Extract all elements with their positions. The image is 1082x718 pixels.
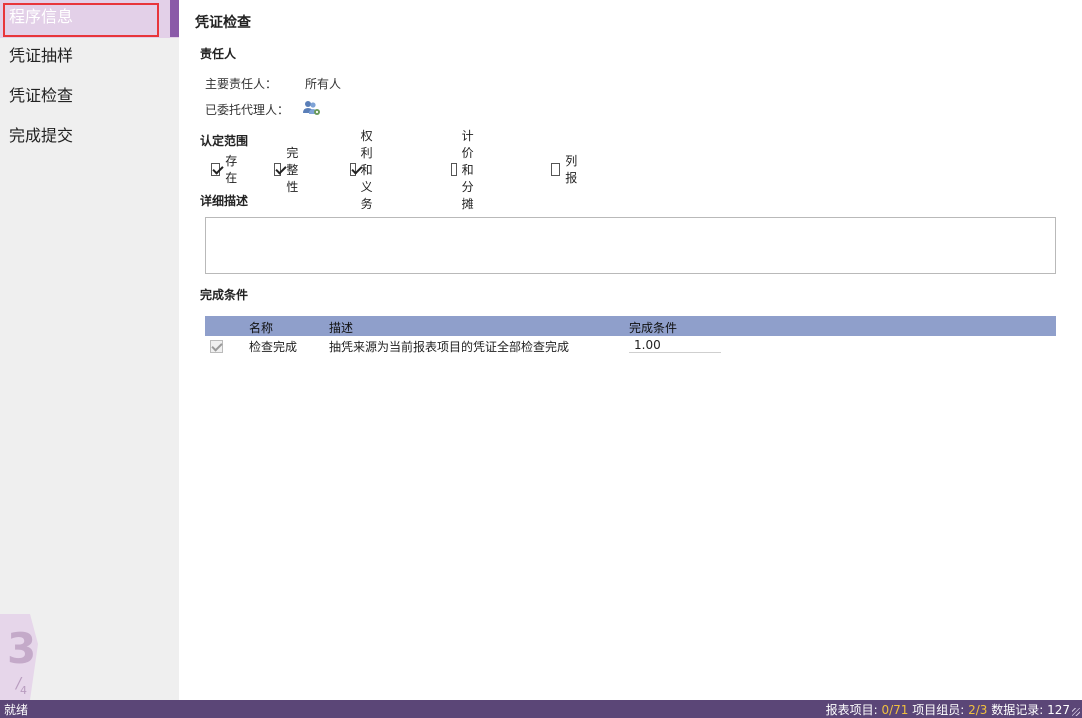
checkbox-label: 完整性 [286,145,299,194]
status-bar: 就绪 报表项目: 0/71 项目组员: 2/3 数据记录: 127 [0,700,1082,718]
checkbox-box[interactable] [350,162,356,176]
scope-checkbox-existence[interactable]: 存在 [211,154,241,185]
step-total: 4 [20,684,27,697]
scope-checkbox-valuation[interactable]: 计价和分摊 [451,129,481,211]
records-label: 数据记录: [987,703,1048,717]
scope-checkbox-presentation[interactable]: 列报 [551,154,581,185]
sidebar-item-label: 凭证抽样 [9,46,74,65]
groups-value: 2/3 [968,703,988,717]
cell-description: 抽凭来源为当前报表项目的凭证全部检查完成 [329,340,570,354]
checkbox-label: 列报 [565,154,578,185]
checkbox-label: 存在 [225,154,238,185]
main-panel: 凭证检查 责任人 主要责任人： 所有人 已委托代理人： 认定范围 存在 完整性 [179,0,1082,700]
column-header-name[interactable]: 名称 [249,319,273,336]
sidebar-item-program-info[interactable]: 程序信息 [0,0,179,38]
resize-grip-icon[interactable] [1072,708,1080,716]
sidebar-item-label: 凭证检查 [9,86,74,105]
status-text: 就绪 [4,703,29,717]
app-window: 程序信息 凭证抽样 凭证检查 完成提交 3 / 4 凭证检查 责任人 主要责任人… [0,0,1082,718]
checkbox-box[interactable] [211,162,221,176]
sidebar-item-label: 完成提交 [9,126,74,145]
step-current: 3 [7,624,37,673]
condition-input[interactable] [629,337,721,353]
groups-label: 项目组员: [908,703,969,717]
sidebar-item-submit[interactable]: 完成提交 [0,119,179,157]
section-scope-title: 认定范围 [200,134,249,148]
section-responsible-title: 责任人 [200,47,237,61]
users-gear-icon[interactable] [303,100,321,116]
delegate-label: 已委托代理人： [205,103,290,117]
checkbox-box[interactable] [274,162,282,176]
primary-owner-label: 主要责任人： [205,77,278,91]
scope-checkbox-completeness[interactable]: 完整性 [274,146,304,194]
checkbox-box[interactable] [451,162,457,176]
table-row[interactable]: 检查完成 抽凭来源为当前报表项目的凭证全部检查完成 [205,336,1056,356]
sidebar-item-label: 程序信息 [9,7,74,26]
primary-owner-value: 所有人 [305,77,342,91]
checkbox-label: 计价和分摊 [461,128,474,211]
column-header-condition[interactable]: 完成条件 [629,319,677,336]
cell-name: 检查完成 [249,340,298,354]
sidebar-item-sampling[interactable]: 凭证抽样 [0,39,179,77]
completion-conditions-table: 名称 描述 完成条件 检查完成 抽凭来源为当前报表项目的凭证全部检查完成 [205,316,1056,356]
page-title: 凭证检查 [195,15,251,31]
checkbox-label: 权利和义务 [360,128,373,211]
description-textarea[interactable] [205,217,1056,274]
status-summary: 报表项目: 0/71 项目组员: 2/3 数据记录: 127 [826,701,1070,718]
table-header: 名称 描述 完成条件 [205,316,1056,336]
scope-checkbox-rights[interactable]: 权利和义务 [350,129,380,211]
active-item-marker [170,0,179,37]
sidebar-item-inspection[interactable]: 凭证检查 [0,79,179,117]
report-items-label: 报表项目: [825,703,882,717]
column-header-description[interactable]: 描述 [329,319,353,336]
checkbox-box[interactable] [551,162,561,176]
row-checkbox [210,340,223,353]
section-description-title: 详细描述 [200,194,249,208]
sidebar: 程序信息 凭证抽样 凭证检查 完成提交 3 / 4 [0,0,179,700]
section-completion-title: 完成条件 [200,288,249,302]
report-items-value: 0/71 [881,703,909,717]
records-value: 127 [1047,703,1070,717]
